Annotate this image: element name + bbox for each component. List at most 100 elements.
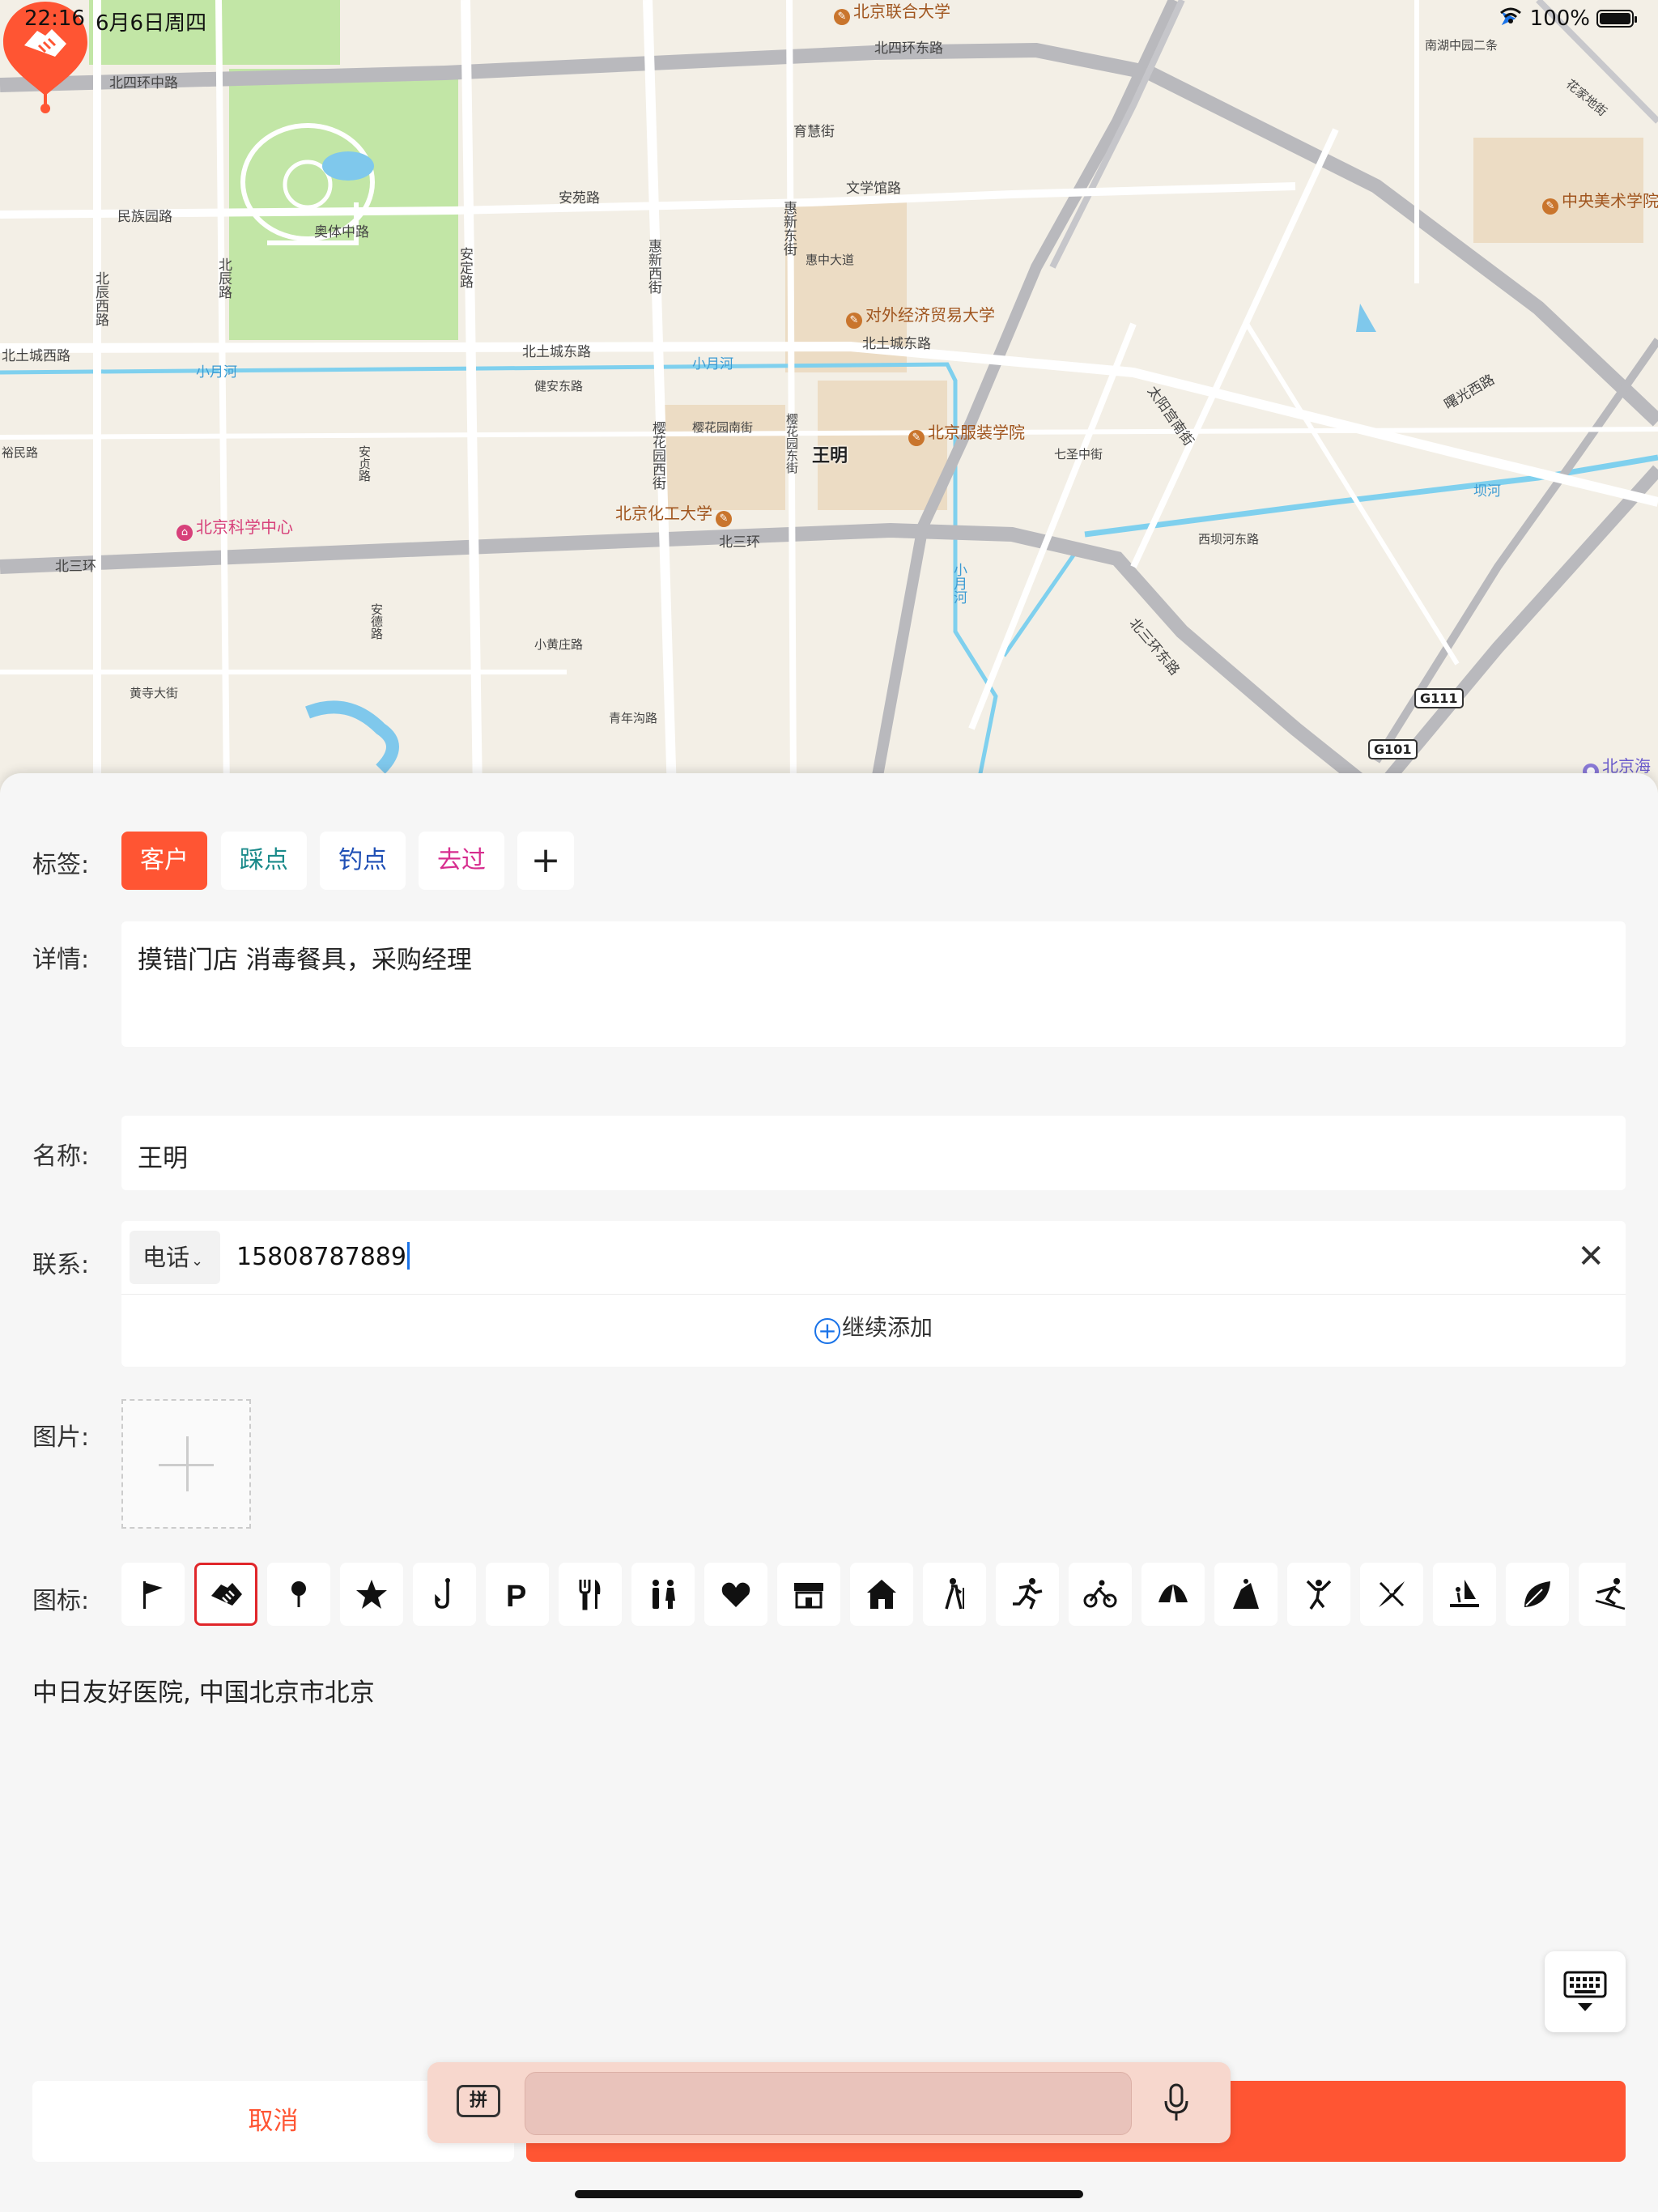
contact-input[interactable]: 15808787889 <box>236 1242 410 1271</box>
name-input[interactable]: 王明 <box>121 1116 1626 1190</box>
map-label: 北土城西路 <box>2 348 70 364</box>
map-label: 安德路 <box>369 603 384 640</box>
chevron-down-icon: ⌄ <box>191 1253 204 1270</box>
svg-text:P: P <box>506 1580 526 1612</box>
address-text: 中日友好医院, 中国北京市北京 <box>32 1678 375 1708</box>
map-label: ✎ 北京服装学院 <box>908 419 1025 446</box>
map-label: 坝河 <box>1473 483 1501 500</box>
ime-input[interactable] <box>525 2072 1132 2135</box>
skiing-icon[interactable] <box>1579 1563 1626 1626</box>
map-marker-label: 王明 <box>811 446 848 466</box>
name-text: 王明 <box>138 1144 188 1173</box>
status-indicators: ➤ 100% <box>1499 6 1637 31</box>
map-view[interactable]: 22:16 6月6日周四 ➤ 100% ✎ 北京联合大学 北四环东路 北四环中路 … <box>0 0 1658 793</box>
tag-visited[interactable]: 去过 <box>419 832 504 890</box>
add-tag-button[interactable]: + <box>517 832 574 890</box>
map-label: 七圣中街 <box>1054 447 1103 462</box>
highway-shield: G101 <box>1368 739 1418 759</box>
windsurf-icon[interactable] <box>1433 1563 1496 1626</box>
fishhook-icon[interactable] <box>413 1563 476 1626</box>
flag-icon[interactable] <box>121 1563 185 1626</box>
parking-icon[interactable]: P <box>486 1563 549 1626</box>
map-label: 育慧街 <box>793 124 835 140</box>
school-icon: ✎ <box>846 313 862 329</box>
map-label: 民族园路 <box>117 209 172 225</box>
marker-edit-panel: 标签: 客户 踩点 钓点 去过 + 详情: 摸错门店 消毒餐具，采购经理 名称:… <box>0 773 1658 2212</box>
map-label: 惠新西街 <box>645 239 661 294</box>
battery-icon <box>1596 10 1637 28</box>
handshake-icon[interactable] <box>194 1563 257 1626</box>
map-label: 樱花园南街 <box>692 420 754 435</box>
map-label: 小月河 <box>692 356 733 372</box>
restroom-icon[interactable] <box>631 1563 695 1626</box>
store-icon[interactable] <box>777 1563 840 1626</box>
details-textarea[interactable]: 摸错门店 消毒餐具，采购经理 <box>121 921 1626 1047</box>
map-roads <box>0 0 1658 793</box>
details-text: 摸错门店 消毒餐具，采购经理 <box>138 946 472 975</box>
contact-type-select[interactable]: 电话 ⌄ <box>130 1231 220 1284</box>
contact-group: 电话 ⌄ 15808787889 ✕ + 继续添加 <box>121 1221 1626 1367</box>
climbing-icon[interactable] <box>1214 1563 1278 1626</box>
cycling-icon[interactable] <box>1069 1563 1132 1626</box>
hiking-icon[interactable] <box>923 1563 986 1626</box>
name-label: 名称: <box>32 1142 90 1171</box>
map-label: 裕民路 <box>2 445 39 460</box>
map-label: ✎ 对外经济贸易大学 <box>846 302 995 329</box>
map-label: ✎ 中央美术学院 <box>1542 188 1658 215</box>
map-label: 北京化工大学 ✎ <box>615 500 735 527</box>
star-icon[interactable] <box>340 1563 403 1626</box>
highway-shield: G111 <box>1414 688 1464 708</box>
map-label: 小月河 <box>950 563 967 604</box>
keyboard-hide-button[interactable] <box>1545 1951 1626 2032</box>
divider <box>121 1294 1626 1295</box>
tag-customer[interactable]: 客户 <box>121 832 207 890</box>
map-label: 小黄庄路 <box>534 637 584 652</box>
microphone-icon[interactable] <box>1160 2082 1192 2124</box>
restaurant-icon[interactable] <box>559 1563 622 1626</box>
map-label: 北辰西路 <box>92 271 108 326</box>
tags-label: 标签: <box>32 851 90 879</box>
images-label: 图片: <box>32 1423 90 1452</box>
map-label: 安定路 <box>457 247 473 288</box>
pinyin-keyboard-button[interactable]: 拼 <box>457 2085 500 2117</box>
map-label: 青年沟路 <box>609 711 658 725</box>
contact-label: 联系: <box>32 1251 90 1279</box>
map-label: 北土城东路 <box>522 344 591 360</box>
kayak-icon[interactable] <box>1360 1563 1423 1626</box>
status-bar: 22:16 6月6日周四 ➤ 100% <box>0 0 1658 40</box>
heart-icon[interactable] <box>704 1563 767 1626</box>
close-icon[interactable]: ✕ <box>1577 1239 1605 1274</box>
map-label: 健安东路 <box>534 379 584 393</box>
add-image-button[interactable] <box>121 1399 251 1529</box>
map-label: 小月河 <box>196 364 237 381</box>
museum-icon: ⌂ <box>176 525 193 541</box>
home-icon[interactable] <box>850 1563 913 1626</box>
map-label: 北三环 <box>719 534 760 551</box>
gymnastics-icon[interactable] <box>1287 1563 1350 1626</box>
add-contact-button[interactable]: + 继续添加 <box>121 1310 1626 1344</box>
battery-percent: 100% <box>1529 6 1590 31</box>
tag-fishing-spot[interactable]: 钓点 <box>320 832 406 890</box>
icon-picker[interactable]: P <box>121 1563 1626 1627</box>
map-label: 文学馆路 <box>846 181 901 197</box>
status-date: 6月6日周四 <box>96 11 207 36</box>
details-label: 详情: <box>32 946 90 974</box>
map-label: 惠新东街 <box>780 201 797 256</box>
status-time: 22:16 <box>24 6 85 31</box>
running-icon[interactable] <box>996 1563 1059 1626</box>
icons-label: 图标: <box>32 1587 90 1615</box>
map-label: 樱花园西街 <box>649 421 665 490</box>
pin-icon[interactable] <box>267 1563 330 1626</box>
map-label: 西坝河东路 <box>1198 532 1260 547</box>
plus-circle-icon: + <box>814 1318 840 1344</box>
school-icon: ✎ <box>716 511 732 527</box>
map-label: 北三环 <box>55 559 96 575</box>
ime-toolbar: 拼 <box>427 2062 1231 2143</box>
map-label: ⌂ 北京科学中心 <box>176 514 293 541</box>
map-label: 安贞路 <box>357 445 372 482</box>
tag-scouted[interactable]: 踩点 <box>221 832 307 890</box>
map-label: 惠中大道 <box>806 253 855 267</box>
tent-icon[interactable] <box>1141 1563 1205 1626</box>
leaf-icon[interactable] <box>1506 1563 1569 1626</box>
map-label: 黄寺大街 <box>130 686 179 700</box>
